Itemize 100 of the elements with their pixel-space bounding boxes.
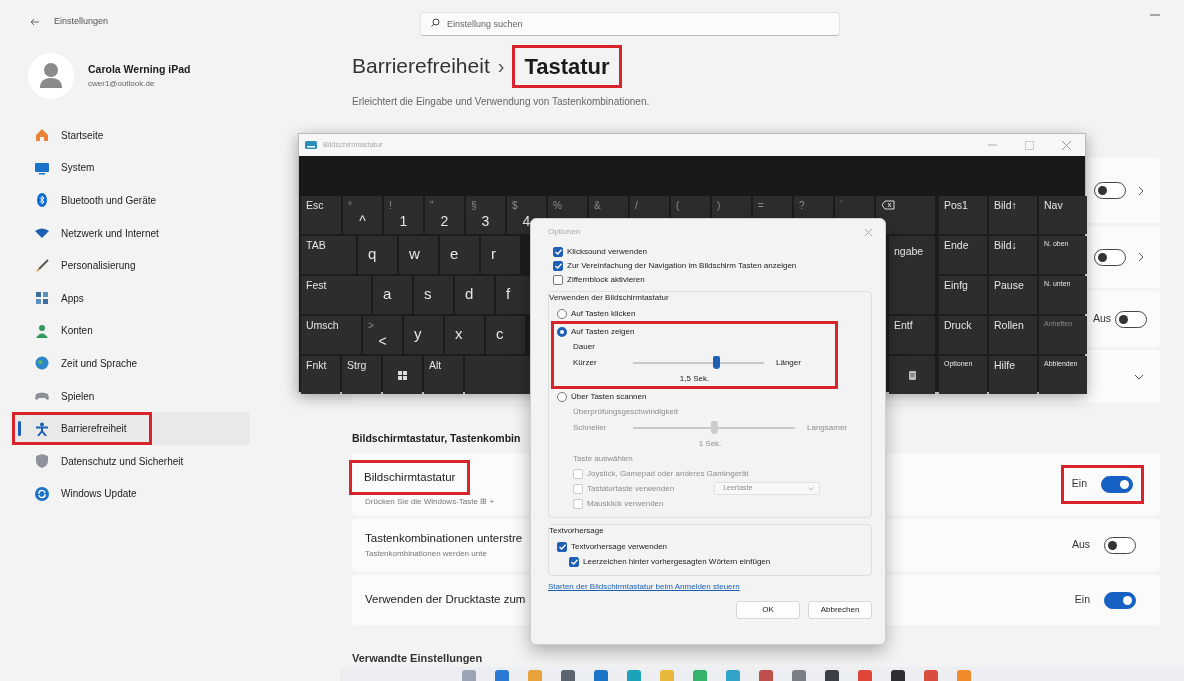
keyboard-key[interactable]: Nav (1039, 196, 1087, 234)
bluetooth-icon (35, 193, 49, 208)
toggle-switch[interactable] (1094, 248, 1126, 266)
keyboard-key[interactable]: Fest (301, 276, 371, 314)
dialog-button[interactable]: OK (736, 601, 800, 619)
shift-character: > (368, 320, 374, 331)
taskbar-app-icon[interactable] (495, 670, 509, 681)
sidebar-item[interactable]: Windows Update (12, 477, 250, 511)
keyboard-key[interactable]: ° ^ (343, 196, 382, 234)
keyboard-key[interactable]: Druck (939, 316, 987, 354)
keyboard-key[interactable]: Fnkt (301, 356, 340, 394)
close-icon[interactable] (865, 228, 872, 236)
keyboard-key[interactable]: " 2 (425, 196, 464, 234)
toggle-switch[interactable] (1104, 536, 1136, 554)
settings-link[interactable]: Starten der Bildschirmtastatur beim Anmelden steuern (548, 581, 740, 593)
keyboard-key[interactable]: ngabe (889, 236, 935, 314)
radio-button[interactable] (557, 391, 567, 402)
key-character: < (377, 334, 388, 348)
minimize-icon[interactable] (988, 142, 997, 148)
back-icon[interactable] (30, 18, 40, 26)
radio-button[interactable] (557, 308, 567, 319)
shift-character: § (471, 200, 477, 211)
taskbar-app-icon[interactable] (891, 670, 905, 681)
keyboard-key[interactable]: s (414, 276, 453, 314)
chevron-right-icon[interactable] (1138, 252, 1144, 262)
keyboard-key[interactable]: d (455, 276, 494, 314)
taskbar-app-icon[interactable] (924, 670, 938, 681)
taskbar-app-icon[interactable] (594, 670, 608, 681)
sidebar-item[interactable]: Bluetooth und Geräte (12, 184, 250, 217)
taskbar-app-icon[interactable] (726, 670, 740, 681)
sidebar-item[interactable]: Netzwerk und Internet (12, 216, 250, 250)
keyboard-key[interactable]: c (486, 316, 525, 354)
keyboard-key[interactable]: TAB (301, 236, 356, 274)
sidebar-item[interactable]: System (12, 151, 250, 185)
keyboard-key[interactable]: Umsch (301, 316, 361, 354)
keyboard-key[interactable]: q (358, 236, 397, 274)
taskbar-app-icon[interactable] (561, 670, 575, 681)
search-field[interactable]: Einstellung suchen (420, 12, 840, 36)
checkbox[interactable] (557, 541, 567, 552)
taskbar-app-icon[interactable] (825, 670, 839, 681)
checkbox[interactable] (553, 247, 563, 257)
taskbar-app-icon[interactable] (858, 670, 872, 681)
sidebar-item[interactable]: Personalisierung (12, 249, 250, 282)
keyboard-key[interactable]: > < (363, 316, 402, 354)
accessibility-icon (35, 421, 49, 436)
sidebar-item[interactable]: Konten (12, 314, 250, 348)
keyboard-key[interactable]: Bild↓ (989, 236, 1037, 274)
document-icon (908, 370, 916, 380)
keyboard-key[interactable]: Entf (889, 316, 935, 354)
taskbar-app-icon[interactable] (627, 670, 641, 681)
radio-button[interactable] (557, 326, 567, 337)
keyboard-key[interactable]: e (440, 236, 479, 274)
sidebar-item[interactable]: Startseite (12, 119, 250, 152)
sidebar-item[interactable]: Zeit und Sprache (12, 347, 250, 380)
keyboard-key[interactable]: § 3 (466, 196, 505, 234)
keyboard-key[interactable]: a (373, 276, 412, 314)
keyboard-key[interactable]: Esc (301, 196, 341, 234)
minimize-icon[interactable] (1150, 12, 1160, 18)
checkbox[interactable] (553, 261, 563, 271)
keyboard-key[interactable]: Rollen (989, 316, 1037, 354)
keyboard-key[interactable]: y (404, 316, 443, 354)
keyboard-key[interactable]: Strg (342, 356, 381, 394)
breadcrumb-link[interactable]: Barrierefreiheit (352, 50, 490, 82)
sidebar-item[interactable]: Spielen (12, 379, 250, 413)
keyboard-key[interactable] (876, 196, 935, 234)
taskbar-app-icon[interactable] (792, 670, 806, 681)
keyboard-key[interactable]: Pos1 (939, 196, 987, 234)
dialog-button[interactable]: Abbrechen (808, 601, 872, 619)
toggle-switch[interactable] (1104, 591, 1136, 609)
close-icon[interactable] (1062, 140, 1071, 150)
keyboard-key[interactable] (383, 356, 422, 394)
setting-description: Tastenkombinationen werden unte (365, 548, 488, 561)
keyboard-key[interactable]: w (399, 236, 438, 274)
monitor-icon (35, 160, 49, 175)
sidebar-item[interactable]: Datenschutz und Sicherheit (12, 444, 250, 478)
keyboard-key[interactable]: x (445, 316, 484, 354)
avatar (28, 53, 74, 99)
setting-description: Drücken Sie die Windows-Taste ⊞ + (365, 496, 495, 509)
sidebar-item[interactable]: Barrierefreiheit (12, 412, 250, 445)
maximize-icon[interactable] (1025, 140, 1034, 150)
keyboard-key[interactable]: Pause (989, 276, 1037, 314)
keyboard-key[interactable] (889, 356, 935, 394)
keyboard-key[interactable]: ! 1 (384, 196, 423, 234)
keyboard-key[interactable]: Alt (424, 356, 463, 394)
slider-thumb[interactable] (712, 356, 720, 369)
toggle-switch[interactable] (1115, 310, 1147, 328)
toggle-switch[interactable] (1094, 182, 1126, 199)
keyboard-key[interactable]: Ende (939, 236, 987, 274)
keyboard-key[interactable]: r (481, 236, 520, 274)
setting-title: Bildschirmtastatur (349, 459, 471, 496)
keyboard-key[interactable]: Hilfe (989, 356, 1037, 394)
chevron-right-icon[interactable] (1138, 185, 1144, 196)
sidebar-item[interactable]: Apps (12, 281, 250, 315)
keyboard-key[interactable]: Bild↑ (989, 196, 1037, 234)
chevron-down-icon[interactable] (1134, 373, 1144, 380)
taskbar-app-icon[interactable] (759, 670, 773, 681)
toggle-switch[interactable] (1101, 475, 1133, 493)
checkbox[interactable] (553, 275, 563, 285)
checkbox[interactable] (569, 556, 579, 567)
keyboard-key[interactable]: Einfg (939, 276, 987, 314)
